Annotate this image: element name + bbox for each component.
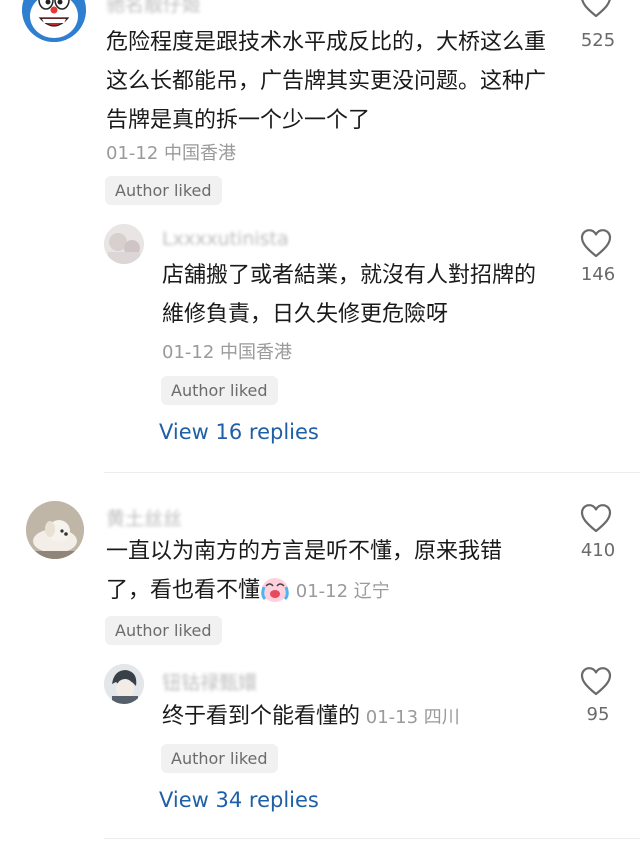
heart-icon [581,0,611,18]
reply-text: 终于看到个能看懂的 [162,704,361,729]
comment-text: 危险程度是跟技术水平成反比的，大桥这么重这么长都能吊，广告牌其实更没问题。这种广… [106,30,547,133]
comment-location: 辽宁 [353,581,390,602]
crying-laughing-emoji-icon [260,575,290,603]
reply-avatar[interactable] [104,664,144,704]
avatar[interactable] [26,501,84,559]
divider [104,472,640,473]
comment-text-line1: 一直以为南方的方言是听不懂，原来我错 [106,539,503,564]
reply-location: 四川 [423,707,460,728]
doraemon-avatar-icon [22,0,86,42]
comment-location: 中国香港 [164,143,237,164]
like-count: 410 [580,540,616,561]
reply-like-count: 146 [580,264,616,285]
reply-text: 店舖搬了或者結業，就沒有人對招牌的維修負責，日久失修更危險呀 [162,263,537,327]
comment-text-line2-text: 了，看也看不懂 [106,578,261,603]
heart-icon [580,229,612,258]
like-count: 525 [580,30,616,51]
author-liked-badge: Author liked [161,376,278,405]
puppy-avatar-icon [26,501,84,559]
author-liked-badge: Author liked [161,744,278,773]
like-button[interactable] [580,0,616,18]
reply-date: 01-12 [162,342,215,363]
view-replies-link[interactable]: View 34 replies [159,788,319,812]
comment-meta: 01-12 中国香港 [106,139,236,165]
view-replies-link[interactable]: View 16 replies [159,420,319,444]
commenter-name[interactable]: 黄土丝丝 [106,504,182,531]
reply-like-button[interactable] [580,666,616,696]
divider [104,838,640,839]
anime-avatar-icon [104,664,144,704]
comment-date: 01-12 [295,581,349,602]
comment-date: 01-12 [106,143,159,164]
author-liked-badge: Author liked [105,176,222,205]
comment-text-line2: 了，看也看不懂 01-12 辽宁 [106,571,390,611]
reply-avatar[interactable] [104,224,144,264]
reply-date: 01-13 [365,707,419,728]
heart-icon [580,667,612,696]
reply-like-button[interactable] [580,228,616,258]
heart-icon [580,504,612,533]
reply-commenter-name[interactable]: 钮钴禄甄嬛 [162,668,257,695]
reply-commenter-name[interactable]: Lxxxxutinista [162,228,289,250]
reply-meta: 01-12 中国香港 [162,338,292,364]
reply-text-line: 终于看到个能看懂的 01-13 四川 [162,697,460,737]
author-liked-badge: Author liked [105,616,222,645]
commenter-name[interactable]: 驰名靓仔姬 [106,0,201,17]
like-button[interactable] [580,503,616,533]
reply-location: 中国香港 [220,342,293,363]
avatar[interactable] [22,0,86,42]
avatar-photo-icon [104,224,144,264]
reply-like-count: 95 [586,704,610,725]
